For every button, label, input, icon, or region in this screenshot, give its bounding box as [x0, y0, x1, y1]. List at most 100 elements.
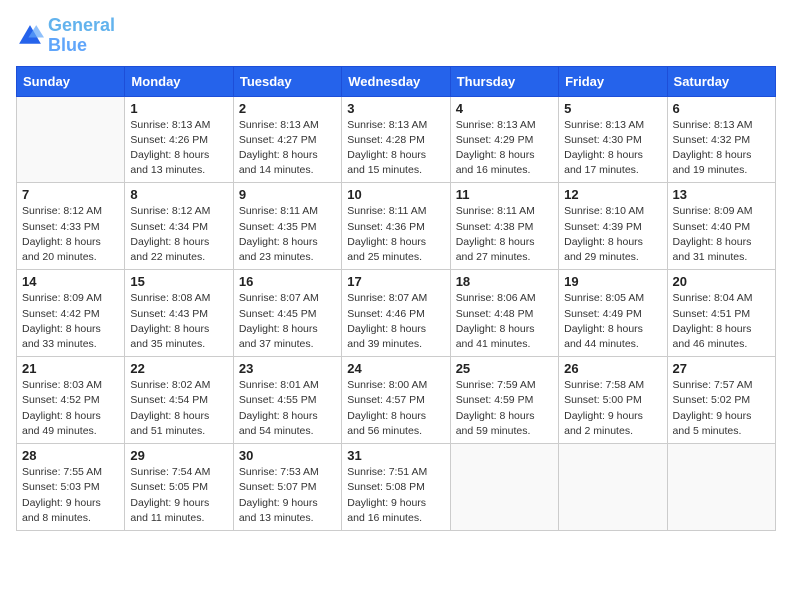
- day-number: 12: [564, 187, 661, 202]
- calendar-cell: 17 Sunrise: 8:07 AM Sunset: 4:46 PM Dayli…: [342, 270, 450, 357]
- calendar-cell: [559, 444, 667, 531]
- day-info: Sunrise: 8:06 AM Sunset: 4:48 PM Dayligh…: [456, 291, 553, 352]
- day-number: 18: [456, 274, 553, 289]
- day-number: 13: [673, 187, 770, 202]
- day-info: Sunrise: 8:13 AM Sunset: 4:27 PM Dayligh…: [239, 118, 336, 179]
- day-number: 26: [564, 361, 661, 376]
- calendar-cell: 30 Sunrise: 7:53 AM Sunset: 5:07 PM Dayli…: [233, 444, 341, 531]
- calendar-cell: 24Sunrise: 8:00 AM Sunset: 4:57 PM Dayli…: [342, 357, 450, 444]
- calendar-header-monday: Monday: [125, 66, 233, 96]
- day-info: Sunrise: 8:12 AM Sunset: 4:33 PM Dayligh…: [22, 204, 119, 265]
- day-number: 3: [347, 101, 444, 116]
- calendar-cell: 27 Sunrise: 7:57 AM Sunset: 5:02 PM Dayli…: [667, 357, 775, 444]
- calendar-cell: 2 Sunrise: 8:13 AM Sunset: 4:27 PM Daylig…: [233, 96, 341, 183]
- calendar-week-row: 7 Sunrise: 8:12 AM Sunset: 4:33 PM Daylig…: [17, 183, 776, 270]
- logo-text: General Blue: [48, 16, 115, 56]
- day-info: Sunrise: 8:03 AM Sunset: 4:52 PM Dayligh…: [22, 378, 119, 439]
- calendar-cell: 4 Sunrise: 8:13 AM Sunset: 4:29 PM Daylig…: [450, 96, 558, 183]
- calendar-cell: 5Sunrise: 8:13 AM Sunset: 4:30 PM Daylig…: [559, 96, 667, 183]
- day-number: 28: [22, 448, 119, 463]
- day-number: 21: [22, 361, 119, 376]
- calendar-header-row: SundayMondayTuesdayWednesdayThursdayFrid…: [17, 66, 776, 96]
- day-number: 7: [22, 187, 119, 202]
- day-info: Sunrise: 8:11 AM Sunset: 4:36 PM Dayligh…: [347, 204, 444, 265]
- calendar-cell: [667, 444, 775, 531]
- day-info: Sunrise: 7:58 AM Sunset: 5:00 PM Dayligh…: [564, 378, 661, 439]
- calendar-cell: 15 Sunrise: 8:08 AM Sunset: 4:43 PM Dayli…: [125, 270, 233, 357]
- calendar-cell: [17, 96, 125, 183]
- logo: General Blue: [16, 16, 115, 56]
- calendar-header-saturday: Saturday: [667, 66, 775, 96]
- day-info: Sunrise: 8:02 AM Sunset: 4:54 PM Dayligh…: [130, 378, 227, 439]
- calendar-cell: [450, 444, 558, 531]
- calendar-header-friday: Friday: [559, 66, 667, 96]
- calendar-cell: 31 Sunrise: 7:51 AM Sunset: 5:08 PM Dayli…: [342, 444, 450, 531]
- day-info: Sunrise: 7:57 AM Sunset: 5:02 PM Dayligh…: [673, 378, 770, 439]
- calendar-week-row: 1 Sunrise: 8:13 AM Sunset: 4:26 PM Daylig…: [17, 96, 776, 183]
- calendar: SundayMondayTuesdayWednesdayThursdayFrid…: [16, 66, 776, 531]
- day-info: Sunrise: 7:51 AM Sunset: 5:08 PM Dayligh…: [347, 465, 444, 526]
- calendar-week-row: 28 Sunrise: 7:55 AM Sunset: 5:03 PM Dayli…: [17, 444, 776, 531]
- calendar-cell: 6 Sunrise: 8:13 AM Sunset: 4:32 PM Daylig…: [667, 96, 775, 183]
- day-info: Sunrise: 7:55 AM Sunset: 5:03 PM Dayligh…: [22, 465, 119, 526]
- day-number: 2: [239, 101, 336, 116]
- day-number: 16: [239, 274, 336, 289]
- day-number: 11: [456, 187, 553, 202]
- day-info: Sunrise: 8:07 AM Sunset: 4:45 PM Dayligh…: [239, 291, 336, 352]
- day-info: Sunrise: 8:08 AM Sunset: 4:43 PM Dayligh…: [130, 291, 227, 352]
- day-number: 4: [456, 101, 553, 116]
- day-number: 24: [347, 361, 444, 376]
- header: General Blue: [16, 16, 776, 56]
- calendar-cell: 1 Sunrise: 8:13 AM Sunset: 4:26 PM Daylig…: [125, 96, 233, 183]
- calendar-header-wednesday: Wednesday: [342, 66, 450, 96]
- page: General Blue SundayMondayTuesdayWednesda…: [0, 0, 792, 543]
- day-info: Sunrise: 7:54 AM Sunset: 5:05 PM Dayligh…: [130, 465, 227, 526]
- day-info: Sunrise: 8:04 AM Sunset: 4:51 PM Dayligh…: [673, 291, 770, 352]
- calendar-week-row: 14 Sunrise: 8:09 AM Sunset: 4:42 PM Dayli…: [17, 270, 776, 357]
- calendar-cell: 29Sunrise: 7:54 AM Sunset: 5:05 PM Dayli…: [125, 444, 233, 531]
- day-info: Sunrise: 8:09 AM Sunset: 4:42 PM Dayligh…: [22, 291, 119, 352]
- day-number: 15: [130, 274, 227, 289]
- calendar-cell: 26 Sunrise: 7:58 AM Sunset: 5:00 PM Dayli…: [559, 357, 667, 444]
- day-info: Sunrise: 8:13 AM Sunset: 4:26 PM Dayligh…: [130, 118, 227, 179]
- day-info: Sunrise: 8:07 AM Sunset: 4:46 PM Dayligh…: [347, 291, 444, 352]
- calendar-cell: 12 Sunrise: 8:10 AM Sunset: 4:39 PM Dayli…: [559, 183, 667, 270]
- day-number: 17: [347, 274, 444, 289]
- day-info: Sunrise: 8:10 AM Sunset: 4:39 PM Dayligh…: [564, 204, 661, 265]
- calendar-cell: 13 Sunrise: 8:09 AM Sunset: 4:40 PM Dayli…: [667, 183, 775, 270]
- calendar-cell: 25 Sunrise: 7:59 AM Sunset: 4:59 PM Dayli…: [450, 357, 558, 444]
- calendar-header-sunday: Sunday: [17, 66, 125, 96]
- day-number: 1: [130, 101, 227, 116]
- day-number: 20: [673, 274, 770, 289]
- day-info: Sunrise: 8:13 AM Sunset: 4:29 PM Dayligh…: [456, 118, 553, 179]
- calendar-cell: 18 Sunrise: 8:06 AM Sunset: 4:48 PM Dayli…: [450, 270, 558, 357]
- logo-icon: [16, 22, 44, 50]
- day-info: Sunrise: 7:59 AM Sunset: 4:59 PM Dayligh…: [456, 378, 553, 439]
- calendar-cell: 28 Sunrise: 7:55 AM Sunset: 5:03 PM Dayli…: [17, 444, 125, 531]
- day-info: Sunrise: 8:09 AM Sunset: 4:40 PM Dayligh…: [673, 204, 770, 265]
- calendar-cell: 11 Sunrise: 8:11 AM Sunset: 4:38 PM Dayli…: [450, 183, 558, 270]
- calendar-cell: 3 Sunrise: 8:13 AM Sunset: 4:28 PM Daylig…: [342, 96, 450, 183]
- day-info: Sunrise: 8:13 AM Sunset: 4:32 PM Dayligh…: [673, 118, 770, 179]
- day-number: 25: [456, 361, 553, 376]
- day-number: 5: [564, 101, 661, 116]
- day-info: Sunrise: 8:12 AM Sunset: 4:34 PM Dayligh…: [130, 204, 227, 265]
- day-number: 27: [673, 361, 770, 376]
- calendar-cell: 14 Sunrise: 8:09 AM Sunset: 4:42 PM Dayli…: [17, 270, 125, 357]
- day-number: 10: [347, 187, 444, 202]
- calendar-cell: 10 Sunrise: 8:11 AM Sunset: 4:36 PM Dayli…: [342, 183, 450, 270]
- calendar-cell: 7 Sunrise: 8:12 AM Sunset: 4:33 PM Daylig…: [17, 183, 125, 270]
- day-number: 30: [239, 448, 336, 463]
- day-number: 22: [130, 361, 227, 376]
- day-info: Sunrise: 8:11 AM Sunset: 4:35 PM Dayligh…: [239, 204, 336, 265]
- day-number: 31: [347, 448, 444, 463]
- calendar-cell: 9Sunrise: 8:11 AM Sunset: 4:35 PM Daylig…: [233, 183, 341, 270]
- day-number: 14: [22, 274, 119, 289]
- calendar-cell: 20 Sunrise: 8:04 AM Sunset: 4:51 PM Dayli…: [667, 270, 775, 357]
- day-info: Sunrise: 8:01 AM Sunset: 4:55 PM Dayligh…: [239, 378, 336, 439]
- day-info: Sunrise: 8:13 AM Sunset: 4:28 PM Dayligh…: [347, 118, 444, 179]
- calendar-header-thursday: Thursday: [450, 66, 558, 96]
- day-info: Sunrise: 8:11 AM Sunset: 4:38 PM Dayligh…: [456, 204, 553, 265]
- day-info: Sunrise: 7:53 AM Sunset: 5:07 PM Dayligh…: [239, 465, 336, 526]
- day-number: 6: [673, 101, 770, 116]
